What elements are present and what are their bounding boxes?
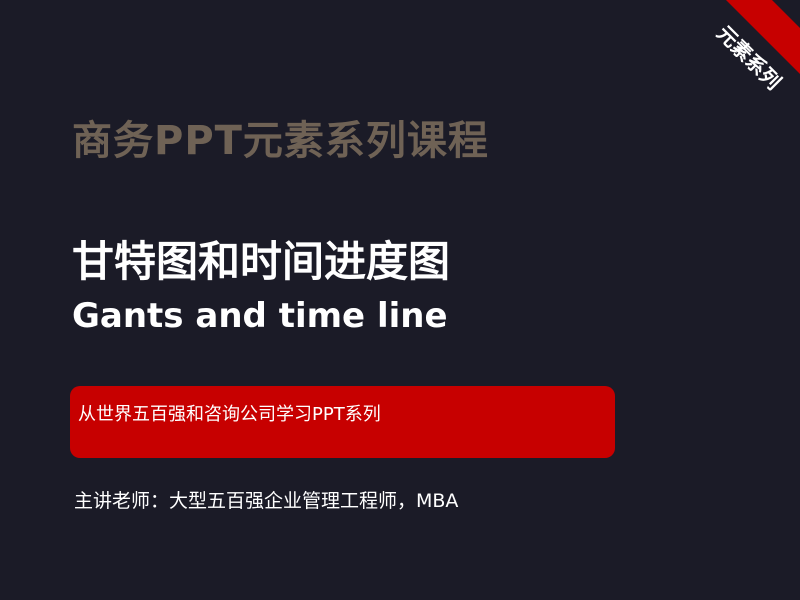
lecturer-info: 主讲老师：大型五百强企业管理工程师，MBA (74, 490, 459, 512)
course-title: 商务PPT元素系列课程 (72, 118, 489, 164)
series-banner-text: 从世界五百强和咨询公司学习PPT系列 (78, 404, 381, 425)
series-banner: 从世界五百强和咨询公司学习PPT系列 (70, 386, 615, 458)
corner-ribbon-shape (726, 0, 800, 74)
english-subtitle: Gants and time line (72, 296, 448, 336)
main-title: 甘特图和时间进度图 (72, 237, 451, 286)
corner-ribbon: 元素系列 (670, 0, 800, 130)
slide: 商务PPT元素系列课程 甘特图和时间进度图 Gants and time lin… (0, 0, 800, 600)
